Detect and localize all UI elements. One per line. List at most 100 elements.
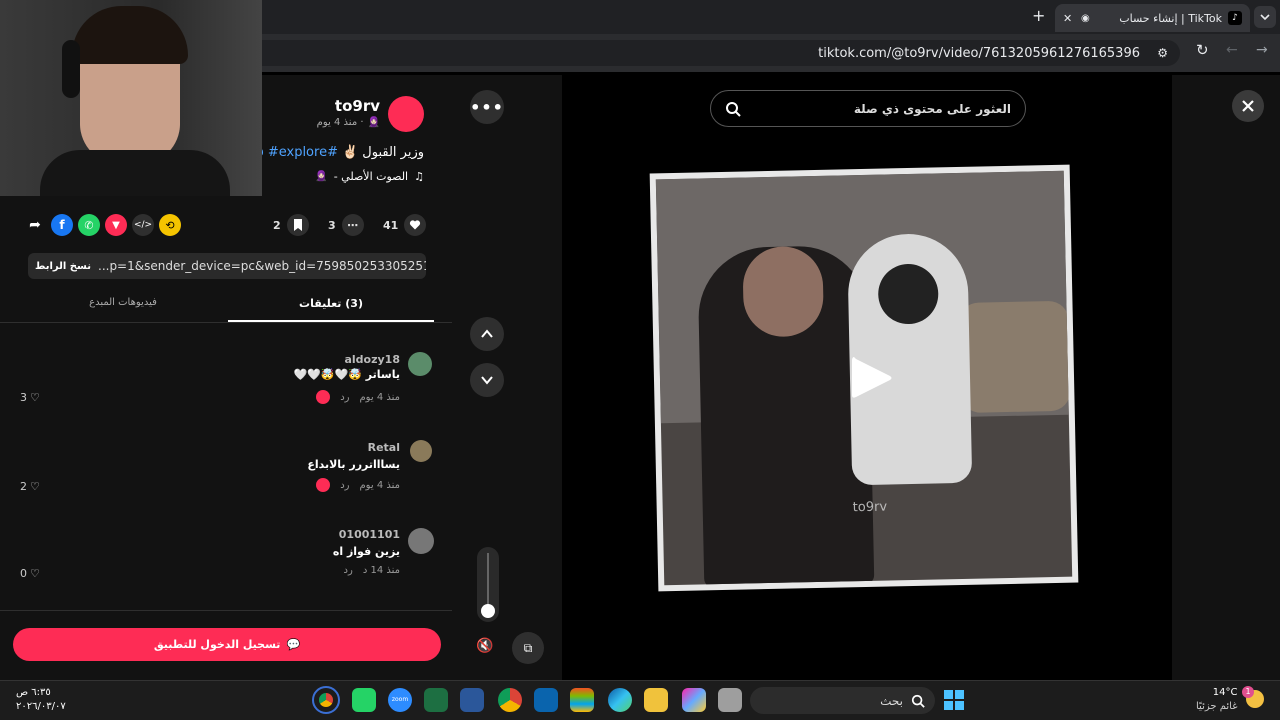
volume-slider[interactable] [477, 547, 499, 622]
login-button-label: تسجيل الدخول للتطبيق [153, 638, 281, 651]
mute-icon: 🔇 [476, 638, 494, 654]
copy-link-button[interactable]: نسخ الرابط [28, 261, 98, 272]
comment-like[interactable]: 2 ♡ [20, 480, 40, 493]
author-avatar[interactable] [388, 96, 424, 132]
comment-text: يساااتررر بالابداع [307, 458, 400, 471]
close-video-button[interactable] [1232, 90, 1264, 122]
tab-comments[interactable]: (3) تعليقات [228, 297, 434, 310]
login-button[interactable]: 💬 تسجيل الدخول للتطبيق [13, 628, 441, 661]
chrome-taskbar-icon[interactable] [312, 686, 340, 714]
app-taskbar-icon[interactable] [352, 688, 376, 712]
tab-list-button[interactable] [1254, 6, 1276, 28]
video-search-field[interactable]: العثور على محتوى ذي صلة [710, 90, 1026, 127]
more-icon: ••• [470, 97, 504, 117]
reload-button[interactable]: ↻ [1196, 41, 1209, 59]
previous-video-button[interactable] [470, 317, 504, 351]
down-arrow-icon [481, 376, 493, 385]
comment-like-count: 3 [20, 391, 27, 404]
pip-icon: ⧉ [523, 640, 533, 655]
comment-meta: منذ 4 يوم رد [316, 478, 400, 492]
reply-button[interactable]: رد [344, 565, 353, 576]
commenter-avatar[interactable] [408, 528, 434, 554]
outlook-taskbar-icon[interactable] [534, 688, 558, 712]
file-explorer-taskbar-icon[interactable] [644, 688, 668, 712]
creator-like-badge [316, 478, 331, 492]
commenter-name[interactable]: Retal [368, 441, 400, 454]
person-left-head [742, 245, 825, 338]
back-button[interactable]: ← [1226, 42, 1238, 58]
new-tab-button[interactable]: + [1032, 6, 1045, 25]
scene-cushion [958, 300, 1071, 413]
volume-knob[interactable] [481, 604, 495, 618]
pip-button[interactable]: ⧉ [512, 632, 544, 664]
weather-widget[interactable]: 14°C غائم جزئيًا [1196, 686, 1237, 714]
url-text: tiktok.com/@to9rv/video/7613205961276165… [818, 45, 1140, 61]
tab-close-icon[interactable]: ✕ [1063, 12, 1072, 25]
post-caption: وزير القبول ✌🏻 #fyp #explore [243, 145, 424, 160]
comment-like[interactable]: 0 ♡ [20, 567, 40, 580]
comment-time: منذ 14 د [362, 565, 400, 576]
start-button[interactable] [944, 690, 964, 710]
mute-button[interactable]: 🔇 [476, 638, 493, 654]
link-box: نسخ الرابط ...p=1&sender_device=pc&web_i… [28, 253, 426, 279]
creator-like-badge [316, 390, 331, 404]
active-tab[interactable]: ✕ ◉ إنشاء حساب | TikTok ♪ [1055, 4, 1250, 32]
tabs-divider [0, 322, 452, 323]
author-username[interactable]: to9rv [335, 97, 380, 115]
comment-like[interactable]: 3 ♡ [20, 391, 40, 404]
video-player[interactable]: العثور على محتوى ذي صلة to9rv [562, 75, 1172, 680]
audio-icon[interactable]: ◉ [1081, 13, 1090, 24]
edge-taskbar-icon[interactable] [608, 688, 632, 712]
commenter-avatar[interactable] [410, 440, 432, 462]
search-icon [911, 694, 925, 708]
reply-button[interactable]: رد [340, 392, 349, 403]
telegram-icon[interactable]: ▼ [105, 214, 127, 236]
right-strip [1172, 75, 1280, 680]
whatsapp-icon[interactable]: ✆ [78, 214, 100, 236]
comment-action[interactable]: 3 ⋯ [328, 214, 364, 236]
share-buttons: ➦ f ✆ ▼ </> ⟲ [24, 214, 181, 236]
copilot-taskbar-icon[interactable] [682, 688, 706, 712]
chrome-2-taskbar-icon[interactable] [498, 688, 522, 712]
heart-icon[interactable] [404, 214, 427, 236]
share-link-text[interactable]: ...p=1&sender_device=pc&web_id=759850253… [98, 259, 426, 273]
chat-bubble-icon: 💬 [286, 638, 301, 651]
forward-button[interactable]: → [1256, 42, 1268, 58]
comment-time: منذ 4 يوم [359, 479, 400, 491]
search-icon[interactable] [725, 101, 741, 117]
zoom-taskbar-icon[interactable]: zoom [388, 688, 412, 712]
tab-creator-videos[interactable]: فيديوهات المبدع [20, 297, 226, 308]
like-action[interactable]: 41 [383, 214, 427, 236]
heart-outline-icon[interactable]: ♡ [30, 567, 40, 580]
play-button[interactable] [848, 353, 894, 403]
commenter-name[interactable]: 01001101 [339, 528, 400, 541]
comment-icon[interactable]: ⋯ [341, 214, 364, 236]
commenter-avatar[interactable] [408, 352, 432, 376]
person-shirt [40, 150, 230, 196]
taskbar-search[interactable]: بحث [750, 687, 935, 714]
word-taskbar-icon[interactable] [460, 688, 484, 712]
url-field[interactable]: tiktok.com/@to9rv/video/7613205961276165… [250, 40, 1180, 66]
post-sound[interactable]: ♫ الصوت الأصلي - 🧕🏻 [315, 170, 424, 183]
save-action[interactable]: 2 [273, 214, 309, 236]
embed-icon[interactable]: </> [132, 214, 154, 236]
taskbar-search-placeholder: بحث [880, 693, 903, 708]
comment-like-count: 2 [20, 480, 27, 493]
play-icon[interactable] [848, 353, 894, 403]
more-button[interactable]: ••• [470, 90, 504, 124]
excel-taskbar-icon[interactable] [424, 688, 448, 712]
repost-icon[interactable]: ⟲ [159, 214, 181, 236]
post-time: 🧕🏻 · منذ 4 يوم [316, 117, 380, 128]
store-taskbar-icon[interactable] [570, 688, 594, 712]
window-taskbar-icon[interactable] [718, 688, 742, 712]
heart-outline-icon[interactable]: ♡ [30, 391, 40, 404]
next-video-button[interactable] [470, 363, 504, 397]
commenter-name[interactable]: aldozy18 [344, 353, 400, 366]
bookmark-icon[interactable] [286, 214, 309, 236]
reply-button[interactable]: رد [340, 480, 349, 491]
heart-outline-icon[interactable]: ♡ [30, 480, 40, 493]
clock[interactable]: ٦:٣٥ ص ٢٠٢٦/٠٣/٠٧ [16, 686, 66, 714]
facebook-icon[interactable]: f [51, 214, 73, 236]
site-settings-icon[interactable]: ⚙ [1157, 46, 1168, 60]
share-icon[interactable]: ➦ [24, 214, 46, 236]
